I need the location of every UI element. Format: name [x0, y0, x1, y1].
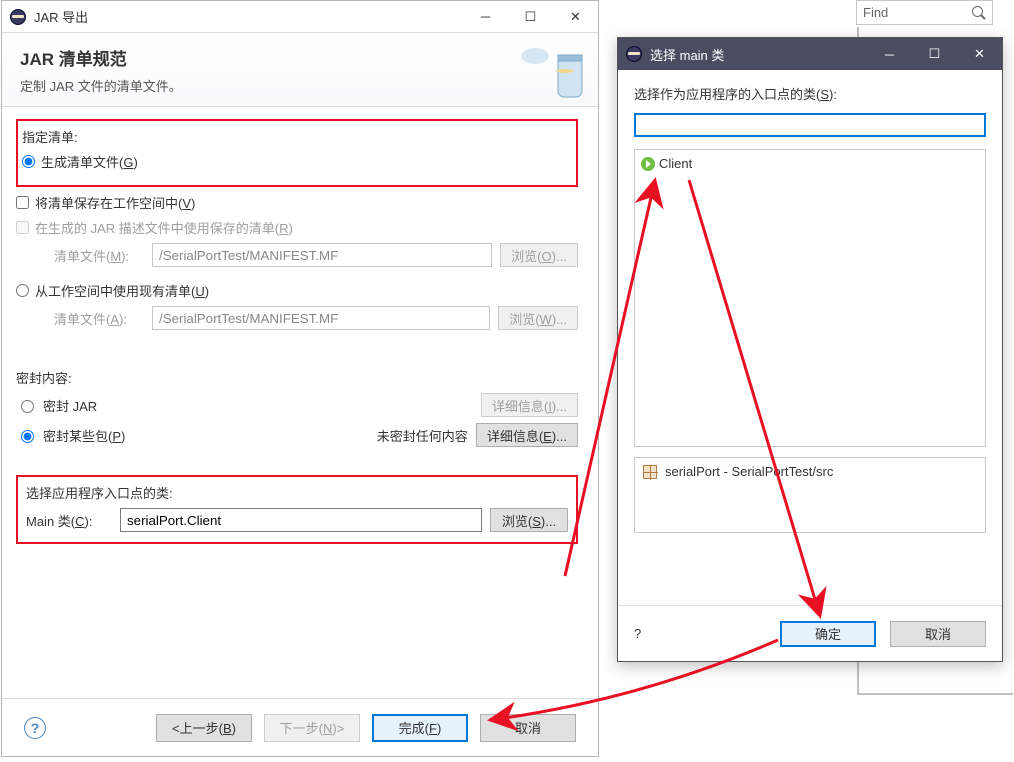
class-list[interactable]: Client — [634, 149, 986, 447]
help-icon[interactable]: ? — [634, 626, 641, 641]
details1-button: 详细信息(I)... — [481, 393, 578, 417]
next-button: 下一步(N)> — [264, 714, 360, 742]
save-in-workspace-label: 将清单保存在工作空间中(V) — [35, 193, 195, 212]
details2-button[interactable]: 详细信息(E)... — [476, 423, 578, 447]
use-existing-radio[interactable] — [16, 284, 29, 297]
banner-subtitle: 定制 JAR 文件的清单文件。 — [20, 76, 182, 95]
ok-button[interactable]: 确定 — [780, 621, 876, 647]
manifest-file1-input — [152, 243, 492, 267]
eclipse-icon — [626, 46, 642, 62]
close-button[interactable]: ✕ — [957, 38, 1002, 70]
jar-graphic-icon — [520, 41, 590, 99]
seal-jar-radio[interactable] — [21, 400, 34, 413]
search-icon — [972, 6, 986, 20]
seal-jar-label: 密封 JAR — [43, 396, 97, 415]
maximize-button[interactable]: ☐ — [912, 38, 957, 70]
generate-manifest-radio[interactable] — [22, 155, 35, 168]
use-saved-checkbox — [16, 221, 29, 234]
select-prompt: 选择作为应用程序的入口点的类(S): — [634, 84, 986, 103]
banner: JAR 清单规范 定制 JAR 文件的清单文件。 — [2, 33, 598, 107]
specify-manifest-label: 指定清单: — [22, 127, 572, 146]
finish-button[interactable]: 完成(F) — [372, 714, 468, 742]
class-search-input[interactable] — [634, 113, 986, 137]
select-footer: ? 确定 取消 — [618, 605, 1002, 661]
manifest-file1-label: 清单文件(M): — [54, 246, 144, 265]
cancel-button[interactable]: 取消 — [890, 621, 986, 647]
minimize-button[interactable]: ─ — [867, 38, 912, 70]
jar-footer: ? <上一步(B) 下一步(N)> 完成(F) 取消 — [2, 698, 598, 756]
main-class-label: Main 类(C): — [26, 511, 112, 530]
list-item-label: Client — [659, 156, 692, 171]
entry-point-label: 选择应用程序入口点的类: — [26, 483, 568, 502]
unsealed-text: 未密封任何内容 — [377, 426, 468, 445]
jar-title: JAR 导出 — [34, 7, 88, 26]
manifest-file2-label: 清单文件(A): — [54, 309, 144, 328]
jar-export-dialog: JAR 导出 ─ ☐ ✕ JAR 清单规范 定制 JAR 文件的清单文件。 指定… — [1, 0, 599, 757]
package-label: serialPort - SerialPortTest/src — [665, 464, 833, 479]
minimize-button[interactable]: ─ — [463, 1, 508, 33]
cancel-button[interactable]: 取消 — [480, 714, 576, 742]
help-icon[interactable]: ? — [24, 717, 46, 739]
browse3-button[interactable]: 浏览(S)... — [490, 508, 568, 532]
browse2-button: 浏览(W)... — [498, 306, 578, 330]
save-in-workspace-checkbox[interactable] — [16, 196, 29, 209]
jar-titlebar: JAR 导出 ─ ☐ ✕ — [2, 1, 598, 33]
main-class-input[interactable] — [120, 508, 482, 532]
specify-manifest-group: 指定清单: 生成清单文件(G) — [16, 119, 578, 187]
generate-manifest-label: 生成清单文件(G) — [41, 152, 138, 171]
use-saved-label: 在生成的 JAR 描述文件中使用保存的清单(R) — [35, 218, 293, 237]
use-existing-label: 从工作空间中使用现有清单(U) — [35, 281, 209, 300]
runnable-class-icon — [641, 157, 655, 171]
seal-some-label: 密封某些包(P) — [43, 426, 125, 445]
maximize-button[interactable]: ☐ — [508, 1, 553, 33]
package-box: serialPort - SerialPortTest/src — [634, 457, 986, 533]
package-icon — [643, 465, 657, 479]
entry-point-group: 选择应用程序入口点的类: Main 类(C): 浏览(S)... — [16, 475, 578, 544]
browse1-button: 浏览(O)... — [500, 243, 578, 267]
list-item[interactable]: Client — [639, 154, 981, 173]
seal-some-radio[interactable] — [21, 430, 34, 443]
manifest-file2-input — [152, 306, 490, 330]
banner-title: JAR 清单规范 — [20, 45, 182, 70]
seal-label: 密封内容: — [16, 368, 578, 387]
find-placeholder: Find — [863, 5, 888, 20]
back-button[interactable]: <上一步(B) — [156, 714, 252, 742]
find-input-box[interactable]: Find — [856, 0, 993, 25]
select-title: 选择 main 类 — [650, 45, 724, 64]
close-button[interactable]: ✕ — [553, 1, 598, 33]
select-titlebar: 选择 main 类 ─ ☐ ✕ — [618, 38, 1002, 70]
eclipse-icon — [10, 9, 26, 25]
select-main-dialog: 选择 main 类 ─ ☐ ✕ 选择作为应用程序的入口点的类(S): Clien… — [617, 37, 1003, 662]
